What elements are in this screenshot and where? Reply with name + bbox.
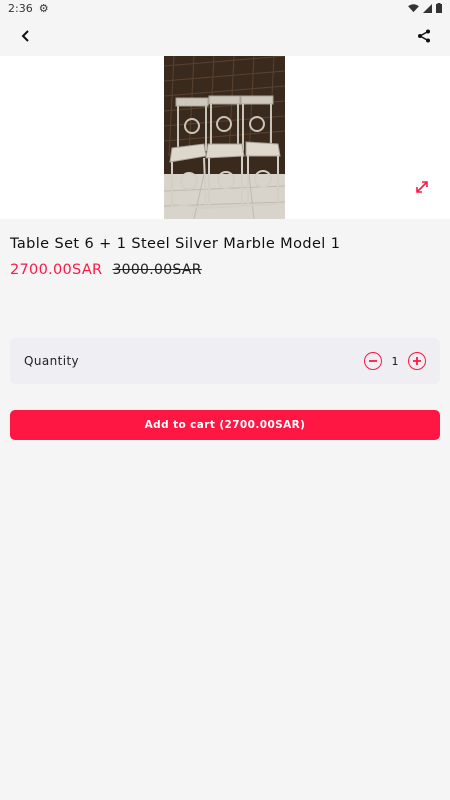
original-price: 3000.00SAR: [112, 262, 202, 278]
back-arrow-icon: [21, 30, 29, 42]
product-photo[interactable]: [164, 56, 285, 219]
quantity-card: Quantity 1: [10, 338, 440, 384]
signal-icon: [423, 3, 432, 13]
share-button[interactable]: [412, 24, 436, 48]
product-image-area: [0, 56, 450, 219]
wifi-icon: [408, 3, 419, 12]
plus-circle-icon: [413, 357, 421, 365]
gear-icon: ⚙: [38, 1, 49, 15]
battery-icon: [436, 3, 442, 13]
quantity-label: Quantity: [24, 354, 80, 368]
zoom-button[interactable]: [410, 175, 434, 199]
minus-circle-icon: [369, 360, 377, 362]
product-title: Table Set 6 + 1 Steel Silver Marble Mode…: [10, 236, 341, 252]
decrease-button[interactable]: [364, 352, 382, 370]
app-bar: [0, 16, 450, 56]
status-time: 2:36: [8, 1, 33, 15]
back-button[interactable]: [14, 24, 38, 48]
add-to-cart-button[interactable]: Add to cart (2700.00SAR): [10, 410, 440, 440]
quantity-value: 1: [391, 354, 399, 368]
status-bar: 2:36 ⚙: [0, 0, 450, 16]
share-icon: [418, 29, 430, 43]
price-row: 2700.00SAR 3000.00SAR: [10, 262, 202, 278]
quantity-stepper: 1: [364, 352, 426, 370]
status-icons: [408, 3, 442, 13]
expand-icon: [416, 181, 428, 193]
current-price: 2700.00SAR: [10, 262, 103, 278]
increase-button[interactable]: [408, 352, 426, 370]
